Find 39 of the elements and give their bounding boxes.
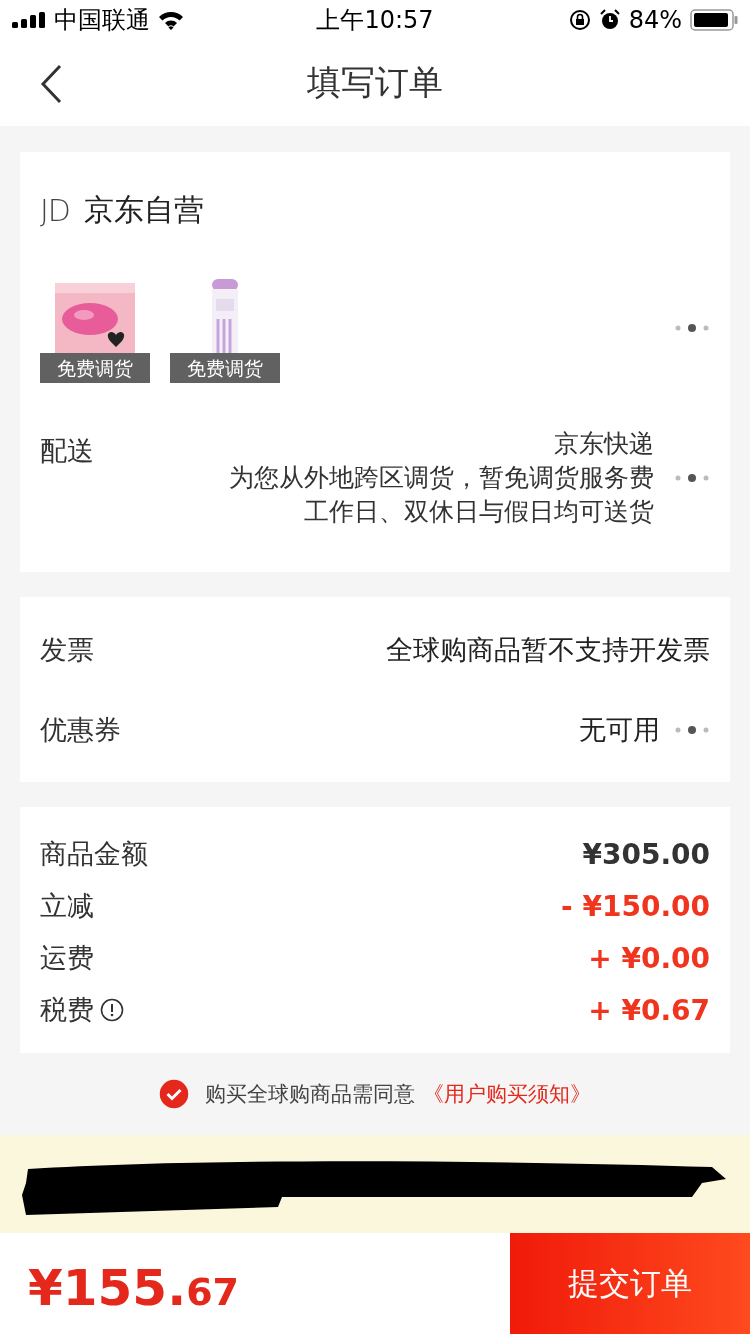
fee-label: 商品金额 bbox=[40, 837, 148, 871]
option-value[interactable]: 全球购商品暂不支持开发票 bbox=[386, 631, 710, 668]
signal-icon bbox=[12, 12, 46, 28]
carrier-name: 中国联通 bbox=[54, 5, 150, 36]
option-label: 发票 bbox=[40, 632, 94, 667]
more-icon[interactable] bbox=[674, 473, 710, 483]
shop-logo: JD bbox=[40, 193, 70, 228]
fee-label: 立减 bbox=[40, 889, 94, 923]
page-title: 填写订单 bbox=[307, 61, 443, 104]
fee-amount: - ¥150.00 bbox=[561, 889, 710, 923]
fee-amount: + ¥0.00 bbox=[588, 941, 710, 975]
option-value[interactable]: 无可用 bbox=[579, 711, 660, 748]
fee-amount: ¥305.00 bbox=[582, 837, 710, 871]
product-badge: 免费调货 bbox=[170, 353, 280, 383]
agree-checkbox[interactable] bbox=[159, 1079, 189, 1109]
status-time: 上午10:57 bbox=[316, 5, 434, 36]
alarm-icon bbox=[598, 9, 621, 31]
fee-label: 税费 bbox=[40, 993, 94, 1027]
agreement-text: 购买全球购商品需同意 bbox=[205, 1081, 415, 1108]
battery-percent: 84% bbox=[628, 6, 682, 34]
fee-label: 运费 bbox=[40, 941, 94, 975]
delivery-info: 工作日、双休日与假日均可送货 bbox=[304, 497, 654, 527]
product-badge: 免费调货 bbox=[40, 353, 150, 383]
back-icon[interactable] bbox=[40, 64, 62, 104]
agreement-link[interactable]: 《用户购买须知》 bbox=[423, 1080, 591, 1108]
submit-button[interactable]: 提交订单 bbox=[510, 1233, 750, 1334]
more-icon[interactable] bbox=[674, 323, 710, 333]
delivery-info: 为您从外地跨区调货，暂免调货服务费 bbox=[229, 463, 654, 493]
more-icon[interactable] bbox=[674, 724, 710, 735]
info-icon[interactable] bbox=[100, 998, 124, 1022]
wifi-icon bbox=[158, 10, 184, 30]
total-price: ¥155.67 bbox=[27, 1258, 240, 1317]
rotation-lock-icon bbox=[568, 9, 591, 31]
shop-name: 京东自营 bbox=[83, 191, 204, 229]
fee-amount: + ¥0.67 bbox=[588, 993, 710, 1027]
delivery-label: 配送 bbox=[40, 434, 94, 468]
battery-icon bbox=[690, 9, 738, 31]
option-label: 优惠券 bbox=[40, 712, 121, 747]
delivery-info: 京东快递 bbox=[554, 429, 654, 459]
